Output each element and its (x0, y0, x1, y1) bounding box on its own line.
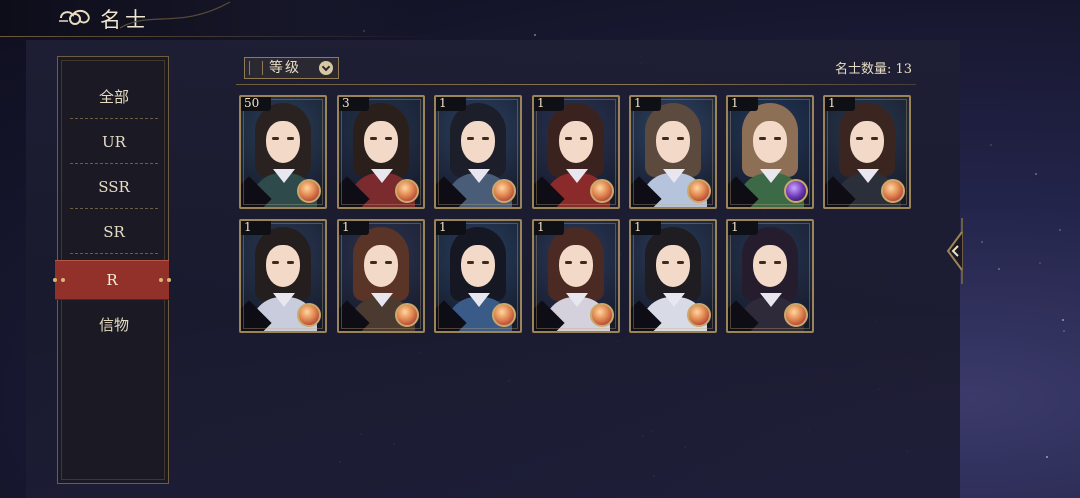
tab-token[interactable]: 信物 (71, 303, 157, 347)
tab-divider (70, 253, 158, 254)
hero-card[interactable]: 1 (532, 95, 620, 209)
element-orb-icon (395, 179, 419, 203)
level-plate: 1 (241, 221, 271, 235)
screen: 名士 全部 UR SSR SR R 信物 等级 名士数量: 13 50 3 1 1 1 1… (0, 0, 1080, 498)
sort-dropdown-label: 等级 (269, 60, 301, 76)
star-dot (1062, 318, 1065, 321)
element-orb-icon (590, 303, 614, 327)
chevron-down-icon (319, 61, 333, 75)
element-orb-icon (590, 179, 614, 203)
element-orb-icon (784, 179, 808, 203)
element-orb-icon (687, 303, 711, 327)
hero-card[interactable]: 1 (726, 219, 814, 333)
hero-card[interactable]: 3 (337, 95, 425, 209)
star-dot (1045, 455, 1048, 458)
hero-level: 1 (439, 96, 447, 110)
level-plate: 1 (728, 97, 758, 111)
hero-level: 1 (244, 220, 252, 234)
star-dot (1038, 261, 1041, 264)
level-plate: 1 (631, 221, 661, 235)
hero-card[interactable]: 1 (239, 219, 327, 333)
tab-all[interactable]: 全部 (71, 75, 157, 119)
hero-level: 1 (342, 220, 350, 234)
hero-level: 1 (634, 96, 642, 110)
side-expand-arrow-icon[interactable] (944, 218, 966, 284)
hero-card[interactable]: 1 (337, 219, 425, 333)
star-dot (990, 144, 993, 147)
toolbar-divider (236, 84, 916, 85)
tab-divider (70, 118, 158, 119)
hero-card[interactable]: 1 (532, 219, 620, 333)
tab-sr[interactable]: SR (71, 210, 157, 254)
level-plate: 1 (534, 97, 564, 111)
top-bar: 名士 (0, 0, 440, 36)
level-plate: 1 (825, 97, 855, 111)
hero-card[interactable]: 1 (434, 219, 522, 333)
hero-card[interactable]: 1 (823, 95, 911, 209)
hero-count: 名士数量: 13 (834, 62, 912, 77)
tab-divider (70, 208, 158, 209)
hero-level: 1 (537, 96, 545, 110)
tab-r-label: R (106, 271, 118, 289)
hero-level: 1 (828, 96, 836, 110)
hero-level: 1 (634, 220, 642, 234)
star-dot (1035, 172, 1038, 175)
dots-left-icon (53, 278, 69, 282)
hero-level: 1 (731, 220, 739, 234)
hero-level: 1 (439, 220, 447, 234)
tab-divider (70, 163, 158, 164)
scroll-cloud-icon (59, 9, 90, 25)
tab-ssr[interactable]: SSR (71, 165, 157, 209)
level-plate: 1 (436, 221, 466, 235)
tab-ur[interactable]: UR (71, 120, 157, 164)
hero-level: 1 (731, 96, 739, 110)
level-plate: 1 (728, 221, 758, 235)
hero-card[interactable]: 1 (629, 95, 717, 209)
star-dot (1062, 329, 1065, 332)
element-orb-icon (687, 179, 711, 203)
dots-right-icon (155, 278, 171, 282)
hero-level: 1 (537, 220, 545, 234)
element-orb-icon (784, 303, 808, 327)
star-dot (534, 33, 537, 36)
element-orb-icon (492, 303, 516, 327)
hero-card[interactable]: 50 (239, 95, 327, 209)
star-dot (980, 241, 983, 244)
element-orb-icon (881, 179, 905, 203)
dropdown-deco-icon (249, 61, 263, 75)
hero-card[interactable]: 1 (629, 219, 717, 333)
element-orb-icon (492, 179, 516, 203)
element-orb-icon (395, 303, 419, 327)
decorative-swirl-icon (120, 1, 231, 29)
level-plate: 3 (339, 97, 369, 111)
hero-card[interactable]: 1 (434, 95, 522, 209)
header-divider (0, 36, 440, 37)
element-orb-icon (297, 303, 321, 327)
level-plate: 1 (631, 97, 661, 111)
rarity-sidebar: 全部 UR SSR SR R 信物 (53, 56, 171, 484)
level-plate: 1 (436, 97, 466, 111)
star-dot (1058, 229, 1061, 232)
tab-r[interactable]: R (53, 260, 171, 300)
element-orb-icon (297, 179, 321, 203)
level-plate: 1 (534, 221, 564, 235)
sort-dropdown[interactable]: 等级 (244, 57, 339, 79)
hero-card[interactable]: 1 (726, 95, 814, 209)
level-plate: 1 (339, 221, 369, 235)
star-dot (997, 268, 1000, 271)
hero-level: 50 (244, 96, 260, 110)
level-plate: 50 (241, 97, 271, 111)
hero-level: 3 (342, 96, 350, 110)
